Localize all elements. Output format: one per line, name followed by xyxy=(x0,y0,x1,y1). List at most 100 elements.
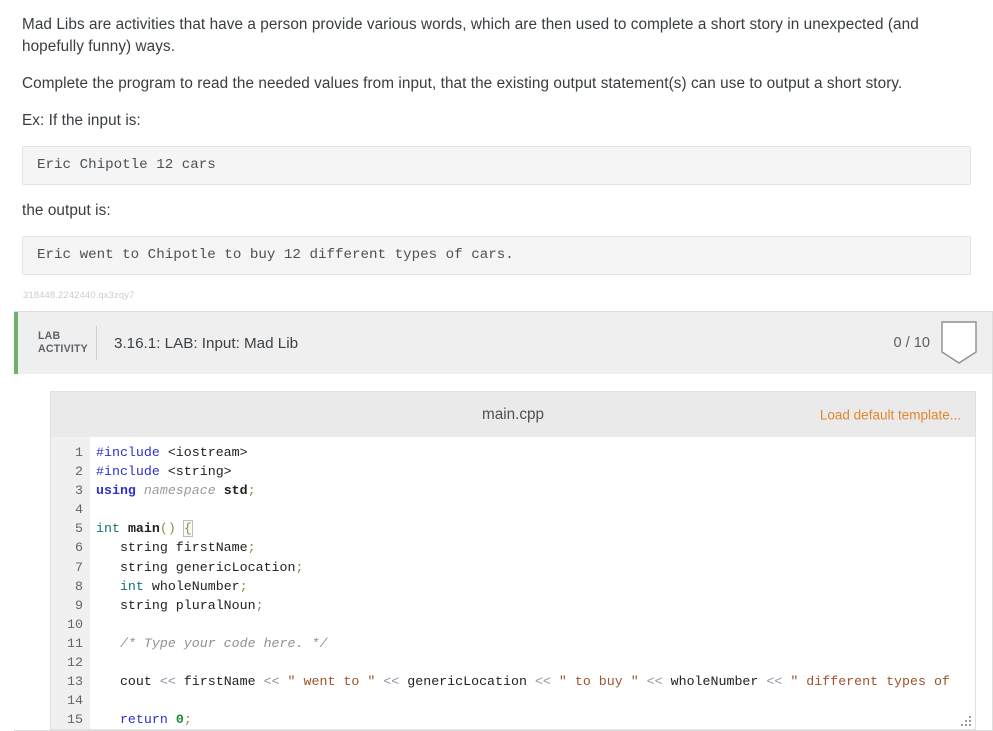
resize-grip-icon[interactable] xyxy=(960,715,972,727)
code-token: ; xyxy=(247,540,256,556)
code-token: return xyxy=(119,712,168,728)
code-row[interactable]: 8 int wholeNumber; xyxy=(51,576,975,596)
code-row[interactable]: 7 string genericLocation; xyxy=(51,557,975,577)
code-token: << xyxy=(383,674,400,690)
line-number: 8 xyxy=(51,576,90,596)
lab-activity-tag: LAB ACTIVITY xyxy=(18,330,92,356)
code-row[interactable]: 4 xyxy=(51,500,975,520)
code-row[interactable]: 16} xyxy=(51,729,975,730)
code-token: int xyxy=(96,521,120,537)
code-row[interactable]: 10 xyxy=(51,614,975,634)
example-output-block: Eric went to Chipotle to buy 12 differen… xyxy=(22,236,971,275)
code-token: ; xyxy=(247,483,256,499)
code-row[interactable]: 9 string pluralNoun; xyxy=(51,595,975,615)
code-line-content[interactable]: #include <iostream> xyxy=(90,443,248,462)
code-token: << xyxy=(534,674,551,690)
code-line-content[interactable]: cout << firstName << " went to " << gene… xyxy=(90,672,950,691)
code-token: << xyxy=(646,674,663,690)
code-line-content[interactable] xyxy=(90,653,96,672)
code-token: << xyxy=(263,674,280,690)
line-number: 13 xyxy=(51,672,90,692)
line-number: 5 xyxy=(51,519,90,539)
code-token: <string> xyxy=(167,464,232,480)
line-number: 11 xyxy=(51,633,90,654)
code-line-content[interactable]: } xyxy=(90,729,104,730)
code-editor[interactable]: 1 #include <iostream> 2 #include <string> 3 u… xyxy=(50,437,976,730)
code-token: ; xyxy=(183,712,192,728)
code-row[interactable]: 2 #include <string> xyxy=(51,462,975,482)
code-row[interactable]: 13 cout << firstName << " went to " << g… xyxy=(51,672,975,692)
description-paragraph-1: Mad Libs are activities that have a pers… xyxy=(22,16,919,55)
code-token: " went to " xyxy=(287,674,376,690)
code-row[interactable]: 3 using namespace std; xyxy=(51,481,975,501)
code-token: <iostream> xyxy=(167,445,248,460)
code-token: << xyxy=(766,674,783,690)
code-token: cout xyxy=(96,674,160,690)
code-line-content[interactable] xyxy=(90,500,96,519)
code-line-content[interactable]: /* Type your code here. */ xyxy=(90,634,327,653)
lab-page: Mad Libs are activities that have a pers… xyxy=(0,0,993,731)
code-line-content[interactable] xyxy=(90,691,96,710)
code-token: int xyxy=(119,578,144,594)
bookmark-ribbon-icon[interactable] xyxy=(940,321,978,365)
code-token: ; xyxy=(255,597,264,613)
line-number: 1 xyxy=(51,443,90,463)
line-number: 6 xyxy=(51,538,90,558)
code-row[interactable]: 5 int main() { xyxy=(51,519,975,539)
example-output-label: the output is: xyxy=(22,202,111,219)
code-token: 0 xyxy=(175,712,184,728)
example-input-label: Ex: If the input is: xyxy=(22,112,141,129)
line-number: 12 xyxy=(51,653,90,673)
line-number: 3 xyxy=(51,481,90,501)
line-number: 9 xyxy=(51,595,90,615)
description-paragraph-2: Complete the program to read the needed … xyxy=(22,75,903,92)
code-token: " to buy " xyxy=(558,674,639,690)
code-token: ; xyxy=(239,578,248,594)
lab-activity-title: 3.16.1: LAB: Input: Mad Lib xyxy=(114,334,299,352)
code-token: () xyxy=(159,521,176,537)
code-token: string genericLocation xyxy=(96,559,296,575)
lab-activity-card: LAB ACTIVITY 3.16.1: LAB: Input: Mad Lib… xyxy=(14,311,993,731)
code-token: using xyxy=(96,483,136,499)
code-line-content[interactable]: using namespace std; xyxy=(90,481,256,500)
code-line-content[interactable]: string firstName; xyxy=(90,538,256,557)
code-line-content[interactable]: string genericLocation; xyxy=(90,558,304,577)
code-token: << xyxy=(159,674,176,690)
code-token: wholeNumber xyxy=(143,578,240,594)
code-row[interactable]: 11 /* Type your code here. */ xyxy=(51,633,975,654)
code-token: #include xyxy=(96,464,160,480)
code-token: /* Type your code here. */ xyxy=(119,635,328,651)
code-line-content[interactable]: int main() { xyxy=(90,519,193,538)
code-line-content[interactable]: #include <string> xyxy=(90,462,232,481)
code-row[interactable]: 14 xyxy=(51,691,975,711)
code-lines[interactable]: 1 #include <iostream> 2 #include <string> 3 u… xyxy=(51,437,975,730)
code-row[interactable]: 12 xyxy=(51,653,975,673)
code-token: firstName xyxy=(175,674,264,690)
line-number: 10 xyxy=(51,614,90,634)
code-row[interactable]: 6 string firstName; xyxy=(51,538,975,558)
load-default-template-link[interactable]: Load default template... xyxy=(820,407,961,422)
code-token: wholeNumber xyxy=(662,674,767,690)
code-row[interactable]: 1 #include <iostream> xyxy=(51,443,975,463)
code-token: { xyxy=(182,520,193,538)
code-token: " different types of xyxy=(790,674,950,690)
line-number: 7 xyxy=(51,557,90,577)
code-line-content[interactable]: int wholeNumber; xyxy=(90,577,248,596)
activity-id-label: 318448.2242440.qx3zqy7 xyxy=(23,290,135,301)
code-line-content[interactable]: string pluralNoun; xyxy=(90,596,264,615)
code-line-content[interactable] xyxy=(90,615,96,634)
editor-file-bar: main.cpp Load default template... xyxy=(50,391,976,437)
file-name-label: main.cpp xyxy=(481,405,545,423)
example-input-block: Eric Chipotle 12 cars xyxy=(22,146,971,185)
code-token: #include xyxy=(96,445,160,460)
